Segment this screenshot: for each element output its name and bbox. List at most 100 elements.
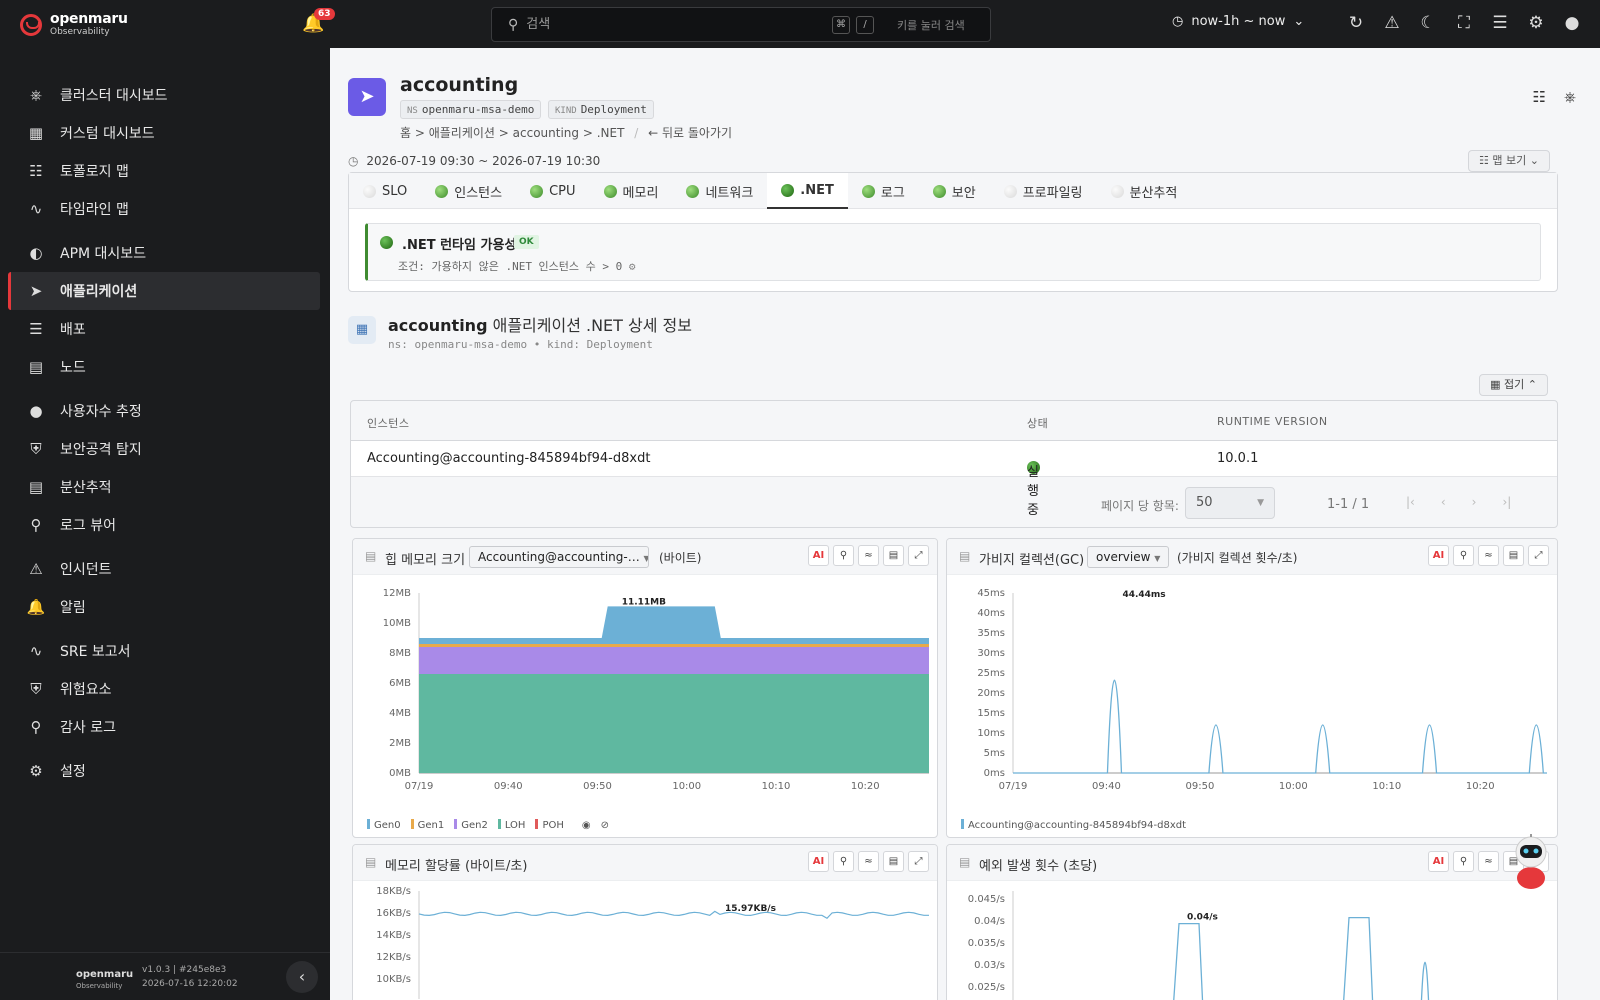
log-search-button[interactable]: ⚲ bbox=[833, 545, 854, 566]
sidebar-item-1[interactable]: ▦ 커스텀 대시보드 bbox=[8, 114, 320, 152]
tab-9[interactable]: 분산추적 bbox=[1097, 173, 1192, 209]
sidebar-item-12[interactable]: ⚠ 인시던트 bbox=[8, 550, 320, 588]
sidebar-item-8[interactable]: ● 사용자수 추정 bbox=[8, 392, 320, 430]
sidebar-item-5[interactable]: ➤ 애플리케이션 bbox=[8, 272, 320, 310]
instance-name[interactable]: Accounting@accounting-845894bf94-d8xdt bbox=[367, 451, 650, 466]
user-icon[interactable]: ● bbox=[1562, 13, 1582, 33]
kubernetes-icon[interactable]: ⎈ bbox=[1564, 88, 1576, 106]
sidebar-item-label: 토폴로지 맵 bbox=[60, 164, 129, 180]
hide-all-icon[interactable]: ⊘ bbox=[601, 820, 609, 831]
sidebar-item-3[interactable]: ∿ 타임라인 맵 bbox=[8, 190, 320, 228]
panel-unit: (바이트) bbox=[659, 551, 702, 565]
time-range-picker[interactable]: ◷ now-1h ~ now ⌄ bbox=[1172, 14, 1304, 29]
sidebar-item-0[interactable]: ⎈ 클러스터 대시보드 bbox=[8, 76, 320, 114]
fold-button[interactable]: ▦ 접기 ⌃ bbox=[1479, 374, 1548, 396]
sidebar-item-6[interactable]: ☰ 배포 bbox=[8, 310, 320, 348]
topology-icon[interactable]: ☷ bbox=[1533, 88, 1546, 106]
tab-6[interactable]: 로그 bbox=[848, 173, 919, 209]
gear-icon[interactable]: ⚙ bbox=[629, 260, 636, 273]
tab-5[interactable]: .NET bbox=[767, 173, 848, 209]
expand-button[interactable]: ⤢ bbox=[908, 851, 929, 872]
back-link[interactable]: ← 뒤로 돌아가기 bbox=[648, 126, 732, 140]
compare-button[interactable]: ▤ bbox=[1503, 545, 1524, 566]
gc-series-line bbox=[1013, 679, 1547, 774]
gc-mode-select[interactable]: overview ▼ bbox=[1087, 546, 1169, 568]
trend-button[interactable]: ≈ bbox=[1478, 851, 1499, 872]
sidebar-item-4[interactable]: ◐ APM 대시보드 bbox=[8, 234, 320, 272]
status-title: .NET 런타임 가용성 bbox=[402, 238, 517, 253]
tab-4[interactable]: 네트워크 bbox=[672, 173, 767, 209]
expand-button[interactable]: ⤢ bbox=[1528, 545, 1549, 566]
sidebar-item-14[interactable]: ∿ SRE 보고서 bbox=[8, 632, 320, 670]
legend-item[interactable]: Gen0 bbox=[367, 819, 401, 831]
top-bar: openmaru Observability 🔔 63 ⚲ ⌘ / 키를 눌러 … bbox=[0, 0, 1600, 48]
lock-shield-icon: ⛨ bbox=[30, 680, 42, 698]
refresh-icon[interactable]: ↻ bbox=[1346, 13, 1366, 33]
warning-icon: ⚠ bbox=[29, 560, 43, 578]
tab-status-dot bbox=[1110, 184, 1124, 198]
sidebar-item-17[interactable]: ⚙ 설정 bbox=[8, 752, 320, 790]
fullscreen-icon[interactable]: ⛶ bbox=[1454, 13, 1474, 33]
legend-item[interactable]: LOH bbox=[497, 819, 525, 831]
breadcrumb-path[interactable]: 홈 > 애플리케이션 > accounting > .NET bbox=[400, 126, 624, 140]
compare-button[interactable]: ▤ bbox=[883, 545, 904, 566]
legend-item[interactable]: Gen1 bbox=[410, 819, 444, 831]
menu-icon[interactable]: ☰ bbox=[1490, 13, 1510, 33]
log-search-button[interactable]: ⚲ bbox=[1453, 545, 1474, 566]
sidebar-item-10[interactable]: ▤ 분산추적 bbox=[8, 468, 320, 506]
tab-status-dot bbox=[530, 184, 544, 198]
brand-logo[interactable]: openmaru Observability bbox=[20, 12, 128, 37]
tab-1[interactable]: 인스턴스 bbox=[421, 173, 516, 209]
ai-analysis-button[interactable]: AI bbox=[808, 851, 829, 872]
sidebar-item-label: 위험요소 bbox=[60, 682, 112, 698]
tab-8[interactable]: 프로파일링 bbox=[990, 173, 1097, 209]
sidebar-item-11[interactable]: ⚲ 로그 뷰어 bbox=[8, 506, 320, 544]
global-search[interactable]: ⚲ ⌘ / 키를 눌러 검색 bbox=[491, 7, 991, 42]
sidebar-item-13[interactable]: 🔔 알림 bbox=[8, 588, 320, 626]
gc-legend: Accounting@accounting-845894bf94-d8xdt bbox=[961, 819, 1186, 831]
sidebar-item-9[interactable]: ⛨ 보안공격 탐지 bbox=[8, 430, 320, 468]
tab-2[interactable]: CPU bbox=[516, 173, 589, 209]
log-search-button[interactable]: ⚲ bbox=[833, 851, 854, 872]
expand-button[interactable]: ⤢ bbox=[908, 545, 929, 566]
last-page-icon[interactable]: ›| bbox=[1502, 495, 1511, 509]
section-subtitle: ns: openmaru-msa-demo • kind: Deployment bbox=[388, 338, 653, 351]
gear-icon[interactable]: ⚙ bbox=[1526, 13, 1546, 33]
sidebar-item-7[interactable]: ▤ 노드 bbox=[8, 348, 320, 386]
next-page-icon[interactable]: › bbox=[1472, 495, 1477, 509]
map-icon: ☷ bbox=[1479, 154, 1489, 167]
trend-button[interactable]: ≈ bbox=[858, 851, 879, 872]
sidebar-item-label: 보안공격 탐지 bbox=[60, 442, 142, 458]
ai-analysis-button[interactable]: AI bbox=[1428, 851, 1449, 872]
collapse-sidebar-button[interactable]: ‹ bbox=[286, 961, 318, 993]
first-page-icon[interactable]: |‹ bbox=[1406, 495, 1415, 509]
search-input[interactable] bbox=[526, 17, 827, 32]
tab-7[interactable]: 보안 bbox=[919, 173, 990, 209]
y-tick-label: 8MB bbox=[389, 648, 411, 659]
sidebar-item-15[interactable]: ⛨ 위험요소 bbox=[8, 670, 320, 708]
ai-assistant-robot-icon[interactable] bbox=[1506, 834, 1556, 890]
legend-item[interactable]: Gen2 bbox=[454, 819, 488, 831]
table-row[interactable]: Accounting@accounting-845894bf94-d8xdt 실… bbox=[351, 441, 1557, 518]
compare-button[interactable]: ▤ bbox=[883, 851, 904, 872]
rocket-icon: ➤ bbox=[29, 282, 43, 300]
ai-analysis-button[interactable]: AI bbox=[808, 545, 829, 566]
log-search-button[interactable]: ⚲ bbox=[1453, 851, 1474, 872]
dark-mode-icon[interactable]: ☾ bbox=[1418, 13, 1438, 33]
trend-button[interactable]: ≈ bbox=[1478, 545, 1499, 566]
legend-item[interactable]: POH bbox=[535, 819, 564, 831]
ai-analysis-button[interactable]: AI bbox=[1428, 545, 1449, 566]
alarm-icon[interactable]: ⚠ bbox=[1382, 13, 1402, 33]
page-size-select[interactable]: 50 ▼ bbox=[1185, 487, 1275, 519]
sidebar-item-2[interactable]: ☷ 토폴로지 맵 bbox=[8, 152, 320, 190]
sidebar-item-16[interactable]: ⚲ 감사 로그 bbox=[8, 708, 320, 746]
prev-page-icon[interactable]: ‹ bbox=[1441, 495, 1446, 509]
detail-icon: ▦ bbox=[348, 316, 376, 344]
instance-select[interactable]: Accounting@accounting-… ▼ bbox=[469, 546, 649, 568]
trend-button[interactable]: ≈ bbox=[858, 545, 879, 566]
time-range-display: ◷ 2026-07-19 09:30 ~ 2026-07-19 10:30 bbox=[348, 154, 600, 168]
tab-0[interactable]: SLO bbox=[349, 173, 421, 209]
show-all-icon[interactable]: ◉ bbox=[582, 820, 591, 831]
tab-3[interactable]: 메모리 bbox=[590, 173, 673, 209]
view-map-button[interactable]: ☷ 맵 보기 ⌄ bbox=[1468, 150, 1550, 172]
